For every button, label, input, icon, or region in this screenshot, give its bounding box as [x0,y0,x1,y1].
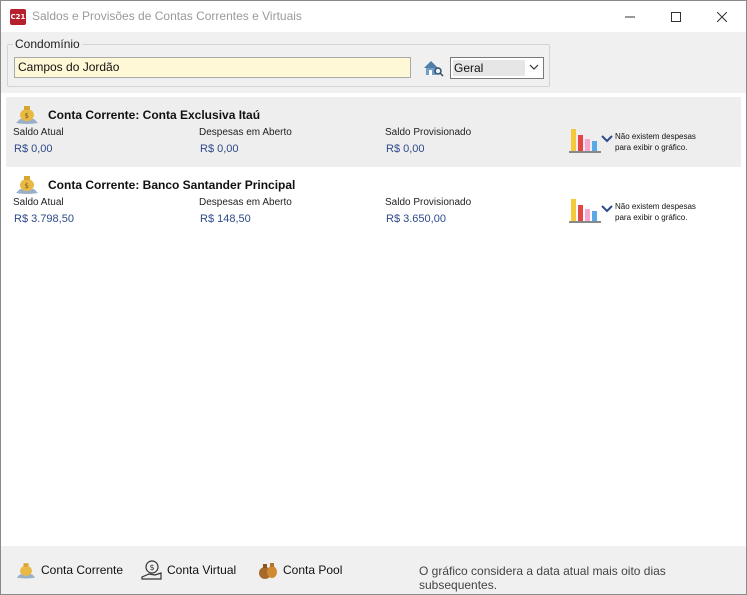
saldo-atual-label: Saldo Atual [13,197,64,208]
close-button[interactable] [699,1,745,32]
svg-text:$: $ [150,563,155,572]
select-value: Geral [454,61,484,75]
chevron-down-icon[interactable] [601,205,613,213]
saldo-atual-label: Saldo Atual [13,127,64,138]
conta-corrente-button[interactable]: Conta Corrente [15,558,123,582]
saldo-provisionado-label: Saldo Provisionado [385,127,472,138]
maximize-icon [671,11,681,22]
chart-empty-line1: Não existem despesas [615,132,696,141]
minimize-button[interactable] [607,1,653,32]
conta-pool-button[interactable]: Conta Pool [257,558,342,582]
title-bar: C21 Saldos e Provisões de Contas Corrent… [1,1,746,32]
minimize-icon [625,16,635,17]
money-bag-icon: $ [16,176,38,194]
despesas-value: R$ 0,00 [200,143,239,155]
chart-empty-line2: para exibir o gráfico. [615,143,688,152]
money-bag-icon [16,563,36,579]
svg-text:$: $ [25,112,29,120]
account-card: $ Conta Corrente: Conta Exclusiva Itaú S… [6,97,741,167]
chart-empty-line2: para exibir o gráfico. [615,213,688,222]
money-bags-icon [259,563,277,579]
bar-chart-icon[interactable] [569,195,603,225]
account-title: Conta Corrente: Banco Santander Principa… [48,178,296,192]
chart-empty-line1: Não existem despesas [615,202,696,211]
despesas-label: Despesas em Aberto [199,127,292,138]
house-search-icon [424,61,444,77]
bar-chart-icon[interactable] [569,125,603,155]
footer-bar: Conta Corrente $ Conta Virtual Conta Poo… [1,546,746,594]
despesas-label: Despesas em Aberto [199,197,292,208]
despesas-value: R$ 148,50 [200,213,251,225]
condominio-input[interactable]: Campos do Jordão [14,57,411,78]
saldo-provisionado-label: Saldo Provisionado [385,197,472,208]
chevron-down-icon [529,64,539,70]
conta-virtual-label: Conta Virtual [167,563,237,577]
close-icon [717,11,727,22]
conta-pool-label: Conta Pool [283,563,343,577]
condominio-group-label: Condomínio [13,37,82,51]
account-title: Conta Corrente: Conta Exclusiva Itaú [48,108,261,122]
saldo-atual-value: R$ 3.798,50 [14,213,74,225]
chart-info-note: O gráfico considera a data atual mais oi… [419,564,666,592]
app-logo-icon: C21 [10,9,26,25]
hand-coin-icon: $ [141,560,162,580]
svg-text:$: $ [25,182,29,190]
chevron-down-icon[interactable] [601,135,613,143]
conta-virtual-button[interactable]: $ Conta Virtual [141,558,236,582]
saldo-atual-value: R$ 0,00 [14,143,53,155]
tipo-select[interactable]: Geral [450,57,544,79]
conta-corrente-label: Conta Corrente [41,563,124,577]
account-card: $ Conta Corrente: Banco Santander Princi… [6,167,741,237]
saldo-provisionado-value: R$ 0,00 [386,143,425,155]
window-title: Saldos e Provisões de Contas Correntes e… [32,9,302,23]
chart-empty-message: Não existem despesas para exibir o gráfi… [615,131,705,153]
saldo-provisionado-value: R$ 3.650,00 [386,213,446,225]
house-search-button[interactable] [422,59,444,77]
maximize-button[interactable] [653,1,699,32]
main-window: C21 Saldos e Provisões de Contas Corrent… [0,0,747,595]
chart-empty-message: Não existem despesas para exibir o gráfi… [615,201,705,223]
money-bag-icon: $ [16,106,38,124]
